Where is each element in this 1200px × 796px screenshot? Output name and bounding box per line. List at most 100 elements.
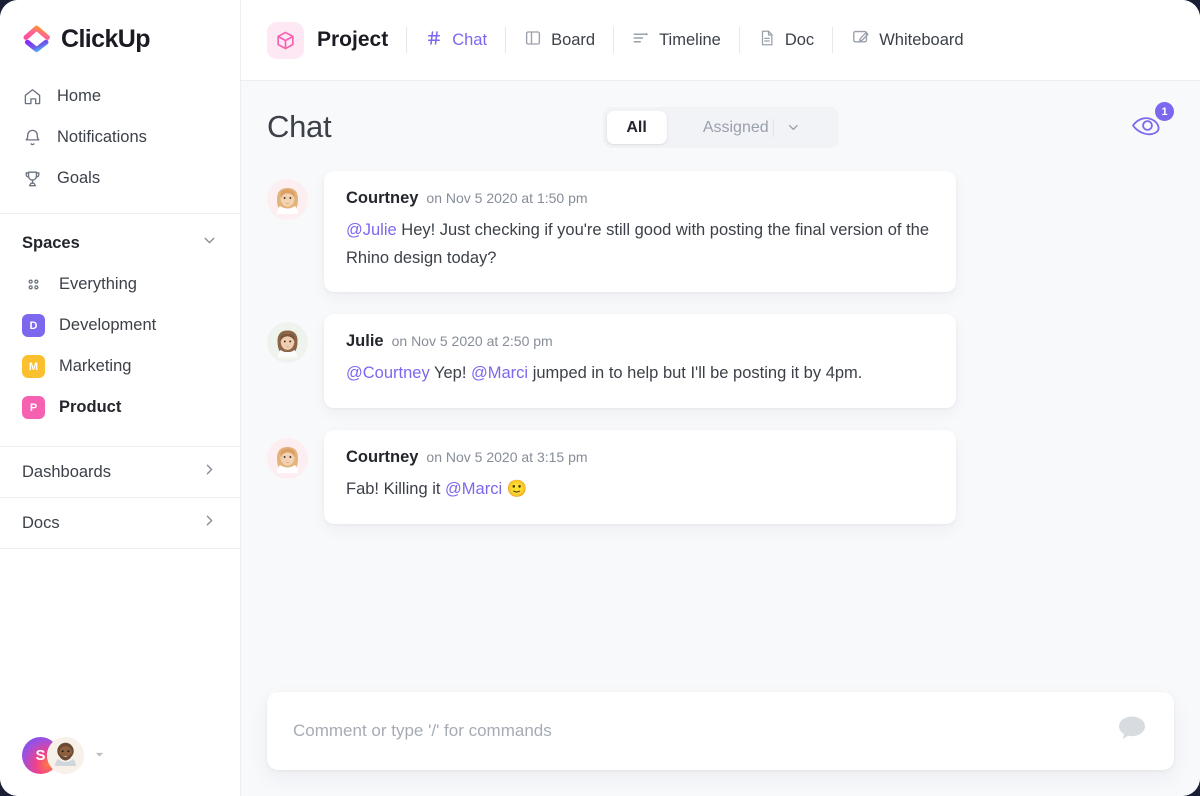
message-item: Courtney on Nov 5 2020 at 1:50 pm @Julie… — [267, 171, 1174, 292]
chevron-down-icon[interactable] — [774, 120, 815, 135]
clickup-logo-icon — [22, 24, 52, 54]
comment-composer[interactable] — [267, 692, 1174, 770]
watchers-button[interactable]: 1 — [1130, 103, 1174, 143]
content-header: Chat All Assigned 1 — [241, 81, 1200, 145]
sidebar-item-label: Dashboards — [22, 463, 111, 482]
sidebar: ClickUp Home Notifications — [0, 0, 241, 796]
message-header: Courtney on Nov 5 2020 at 3:15 pm — [346, 448, 934, 467]
tab-label: Board — [551, 31, 595, 50]
mention-link[interactable]: @Courtney — [346, 364, 430, 382]
message-list: Courtney on Nov 5 2020 at 1:50 pm @Julie… — [241, 145, 1200, 692]
sidebar-primary-nav: Home Notifications — [0, 76, 240, 205]
message-header: Courtney on Nov 5 2020 at 1:50 pm — [346, 189, 934, 208]
cube-icon — [267, 22, 304, 59]
tab-label: Doc — [785, 31, 814, 50]
message-author: Courtney — [346, 189, 418, 208]
whiteboard-icon — [851, 28, 870, 52]
space-label: Product — [59, 398, 121, 417]
home-icon — [22, 87, 42, 107]
message-text: jumped in to help but I'll be posting it… — [528, 364, 862, 382]
main-area: Project Chat Board — [241, 0, 1200, 796]
avatar[interactable] — [267, 179, 308, 220]
spaces-title: Spaces — [22, 234, 80, 253]
mention-link[interactable]: @Julie — [346, 221, 397, 239]
avatar[interactable] — [267, 322, 308, 363]
sidebar-item-dashboards[interactable]: Dashboards — [0, 446, 240, 497]
project-name: Project — [317, 28, 388, 52]
caret-down-icon[interactable] — [94, 747, 105, 765]
mention-link[interactable]: @Marci — [471, 364, 528, 382]
project-breadcrumb[interactable]: Project — [267, 22, 406, 59]
comment-bubble-icon[interactable] — [1116, 713, 1148, 749]
sidebar-item-notifications[interactable]: Notifications — [0, 117, 240, 158]
tab-label: Whiteboard — [879, 31, 963, 50]
spaces-list: Everything D Development M Marketing P P… — [0, 264, 240, 428]
message-header: Julie on Nov 5 2020 at 2:50 pm — [346, 332, 934, 351]
filter-all[interactable]: All — [606, 111, 666, 144]
sidebar-item-docs[interactable]: Docs — [0, 497, 240, 548]
message-author: Courtney — [346, 448, 418, 467]
tab-label: Timeline — [659, 31, 721, 50]
chevron-down-icon[interactable] — [201, 232, 218, 254]
filter-assigned-label: Assigned — [687, 119, 773, 137]
spaces-section-header[interactable]: Spaces — [0, 214, 240, 264]
sidebar-item-product[interactable]: P Product — [0, 387, 240, 428]
tab-timeline[interactable]: Timeline — [614, 20, 739, 60]
timeline-icon — [632, 29, 650, 52]
filter-assigned[interactable]: Assigned — [667, 111, 835, 144]
space-label: Development — [59, 316, 156, 335]
sidebar-item-label: Home — [57, 87, 101, 106]
sidebar-item-development[interactable]: D Development — [0, 305, 240, 346]
space-label: Marketing — [59, 357, 131, 376]
message-text: Fab! Killing it — [346, 480, 445, 498]
hash-icon — [425, 29, 443, 52]
tab-chat[interactable]: Chat — [407, 20, 505, 60]
message-text: Yep! — [430, 364, 471, 382]
sidebar-item-goals[interactable]: Goals — [0, 158, 240, 199]
page-title: Chat — [267, 109, 331, 145]
message-text: Hey! Just checking if you're still good … — [346, 221, 929, 267]
app-logo[interactable]: ClickUp — [0, 0, 240, 76]
tab-whiteboard[interactable]: Whiteboard — [833, 20, 981, 60]
doc-icon — [758, 29, 776, 52]
watchers-count-badge: 1 — [1155, 102, 1174, 121]
bell-icon — [22, 128, 42, 148]
sidebar-item-label: Notifications — [57, 128, 147, 147]
sidebar-item-label: Docs — [22, 514, 60, 533]
chevron-right-icon[interactable] — [201, 512, 218, 534]
message-body: @Courtney Yep! @Marci jumped in to help … — [346, 360, 934, 388]
sidebar-item-label: Goals — [57, 169, 100, 188]
comment-input[interactable] — [293, 721, 1148, 741]
space-badge-development: D — [22, 314, 45, 337]
composer-area — [241, 692, 1200, 796]
message-timestamp: on Nov 5 2020 at 2:50 pm — [392, 333, 553, 349]
spacer — [0, 428, 240, 446]
mention-link[interactable]: @Marci — [445, 480, 502, 498]
chevron-right-icon[interactable] — [201, 461, 218, 483]
message-body: @Julie Hey! Just checking if you're stil… — [346, 217, 934, 272]
sidebar-item-home[interactable]: Home — [0, 76, 240, 117]
tab-board[interactable]: Board — [506, 20, 613, 60]
message-card: Julie on Nov 5 2020 at 2:50 pm @Courtney… — [324, 314, 956, 408]
message-item: Courtney on Nov 5 2020 at 3:15 pm Fab! K… — [267, 430, 1174, 524]
avatar[interactable] — [47, 737, 84, 774]
user-account-area[interactable]: S — [0, 737, 240, 796]
tab-label: Chat — [452, 31, 487, 50]
sidebar-item-everything[interactable]: Everything — [0, 264, 240, 305]
topbar: Project Chat Board — [241, 0, 1200, 81]
space-label: Everything — [59, 275, 137, 294]
chat-filter-group: All Assigned — [602, 107, 838, 148]
trophy-icon — [22, 169, 42, 189]
space-badge-marketing: M — [22, 355, 45, 378]
message-timestamp: on Nov 5 2020 at 1:50 pm — [426, 190, 587, 206]
message-body: Fab! Killing it @Marci 🙂 — [346, 476, 934, 504]
sidebar-item-marketing[interactable]: M Marketing — [0, 346, 240, 387]
message-card: Courtney on Nov 5 2020 at 3:15 pm Fab! K… — [324, 430, 956, 524]
app-logo-text: ClickUp — [61, 25, 150, 54]
tab-doc[interactable]: Doc — [740, 20, 832, 60]
message-timestamp: on Nov 5 2020 at 3:15 pm — [426, 449, 587, 465]
board-icon — [524, 29, 542, 52]
space-badge-product: P — [22, 396, 45, 419]
message-emoji: 🙂 — [502, 480, 527, 498]
avatar[interactable] — [267, 438, 308, 479]
